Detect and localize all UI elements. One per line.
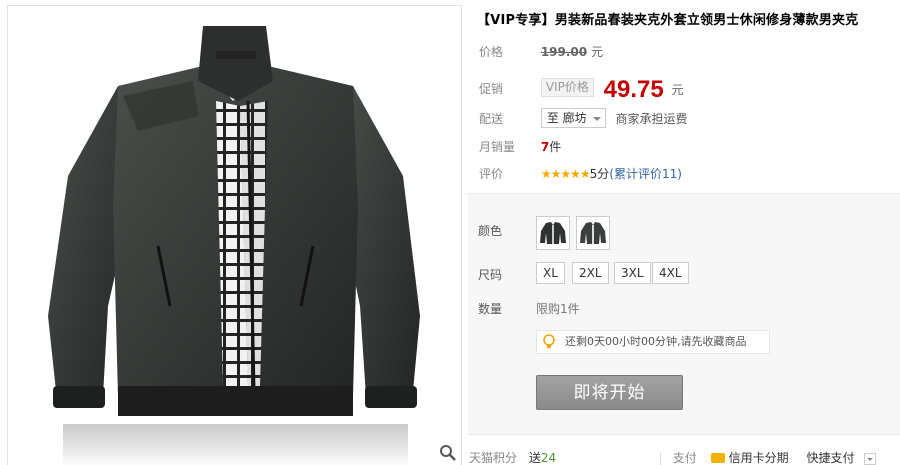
zoom-icon[interactable] [439,444,457,462]
product-image-gallery[interactable] [7,5,462,465]
sales-row: 月销量 7件 [479,135,561,159]
product-title: 【VIP专享】男装新品春装夹克外套立领男士休闲修身薄款男夹克 [477,13,859,28]
chevron-down-icon [592,117,601,121]
sales-label: 月销量 [479,140,516,154]
jacket-thumbnail-icon [580,222,606,244]
color-label: 颜色 [478,224,503,238]
sales-count: 7 [540,140,550,154]
pay-label: 支付 [672,451,697,465]
vip-price-tag: VIP价格 [540,78,594,97]
color-row: 颜色 [478,222,536,239]
credit-card-pay-label: 信用卡分期 [728,451,789,465]
shipping-row: 配送 至 廊坊 商家承担运费 [479,107,688,131]
size-option-4xl[interactable]: 4XL [652,262,689,284]
credit-card-icon [710,452,725,463]
promo-label: 促销 [479,82,504,96]
jacket-image [48,26,420,465]
rating-score: 5分 [589,167,610,181]
divider [659,451,661,465]
points-prefix: 送 [528,451,541,465]
countdown-tip: 还剩0天00小时00分钟,请先收藏商品 [536,330,770,354]
sku-options-panel: 颜色 尺码 XL 2XL 3XL 4XL 数量 限购1件 还剩0天00小时00分钟… [468,193,900,435]
size-option-xl[interactable]: XL [536,262,565,284]
reviews-link[interactable]: 累计评价11 [614,167,677,181]
quantity-row: 数量 限购1件 [478,300,580,317]
rating-stars-icon: ★★★★★ [540,167,591,181]
countdown-text: 还剩0天00小时00分钟,请先收藏商品 [565,335,747,348]
lightbulb-icon [543,334,555,348]
original-price: 199.00 [540,45,588,59]
rating-label: 评价 [479,167,504,181]
shipping-note: 商家承担运费 [615,112,688,126]
points-label: 天猫积分 [469,451,518,465]
rating-row: 评价 ★★★★★5分(累计评价11) [479,162,682,186]
color-swatch-1[interactable] [536,216,570,250]
price-row: 价格 199.00 元 [479,40,603,64]
size-option-3xl[interactable]: 3XL [614,262,651,284]
size-label: 尺码 [478,268,503,282]
size-option-2xl[interactable]: 2XL [572,262,609,284]
shipping-label: 配送 [479,112,504,126]
promo-currency: 元 [671,82,684,97]
shipping-destination: 至 廊坊 [546,111,587,125]
quick-pay[interactable]: 快捷支付 [806,451,854,465]
coming-soon-button[interactable]: 即将开始 [536,375,683,410]
promo-price: 49.75 [603,75,664,103]
bottom-info-bar: 天猫积分 送24 支付 信用卡分期 快捷支付 [469,447,900,465]
quantity-limit: 限购1件 [536,302,580,316]
chevron-down-icon[interactable] [864,452,877,465]
price-currency: 元 [591,45,604,59]
price-label: 价格 [479,45,504,59]
jacket-thumbnail-icon [540,222,566,244]
points-value: 24 [540,451,557,465]
color-swatch-2[interactable] [576,216,610,250]
sales-unit: 件 [549,140,562,154]
rating-close-paren: ) [677,167,682,181]
shipping-destination-select[interactable]: 至 廊坊 [540,108,606,128]
size-row: 尺码 [478,266,536,283]
credit-card-pay[interactable]: 信用卡分期 [710,451,789,465]
quantity-label: 数量 [478,302,503,316]
promo-row: 促销 VIP价格 49.75 元 [479,76,684,102]
